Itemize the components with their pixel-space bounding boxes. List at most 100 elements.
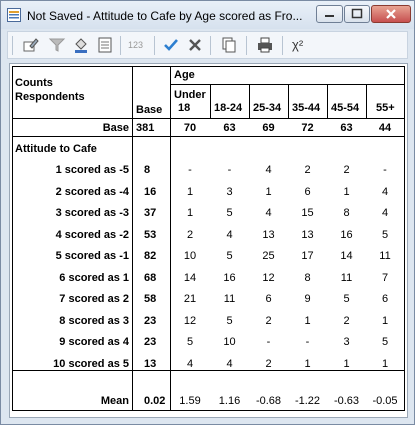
age-col-header: 18-24 <box>214 102 243 114</box>
grid-line <box>132 66 133 411</box>
toolbar-grip <box>12 36 13 55</box>
cell-value: - <box>305 336 310 348</box>
cell-value: 3 <box>343 336 350 348</box>
cell-value: 6 <box>265 293 272 305</box>
cell-value: 4 <box>226 228 233 241</box>
age-group-header: Age <box>174 69 195 81</box>
cell-value: - <box>266 336 271 348</box>
copy-icon[interactable] <box>220 36 238 54</box>
grid-line <box>170 84 404 85</box>
edit-table-icon[interactable] <box>22 36 40 54</box>
row-total: 37 <box>144 207 157 219</box>
decimal-places-icon[interactable]: 123 <box>128 39 143 52</box>
cell-value: 16 <box>340 228 353 241</box>
minimize-icon <box>325 15 334 17</box>
minimize-button[interactable] <box>316 5 343 23</box>
cell-value: 13 <box>301 228 314 241</box>
row-label: 2 scored as -4 <box>55 185 129 198</box>
cell-value: 11 <box>223 293 236 305</box>
cell-value: 5 <box>343 293 350 305</box>
cell-value: 12 <box>262 271 275 284</box>
cell-value: 6 <box>304 185 311 198</box>
grid-line <box>12 136 404 137</box>
cell-value: 5 <box>226 250 233 262</box>
row-total: 68 <box>144 271 157 284</box>
close-button[interactable] <box>371 5 411 23</box>
cell-value: 5 <box>226 207 233 219</box>
crosstab-table: Counts Respondents Base Age Under 18 18-… <box>9 63 408 418</box>
row-label: 1 scored as -5 <box>55 164 129 176</box>
toolbar: 123 χ² <box>7 31 408 59</box>
corner-label-counts: Counts <box>15 77 53 89</box>
chi-square-icon[interactable]: χ² <box>292 38 303 51</box>
cell-value: 1 <box>343 357 350 370</box>
grid-line <box>249 84 250 118</box>
row-total: 23 <box>144 336 157 348</box>
age-col-header: 45-54 <box>331 102 360 114</box>
row-label: 10 scored as 5 <box>53 357 129 370</box>
grid-line <box>210 84 211 118</box>
app-icon <box>7 8 21 22</box>
mean-value: -0.05 <box>372 395 398 407</box>
base-row-label: Base <box>102 122 129 134</box>
close-icon <box>386 9 396 19</box>
cell-value: - <box>383 164 387 176</box>
cell-value: - <box>227 164 232 176</box>
mean-total: 0.02 <box>144 395 166 407</box>
print-icon[interactable] <box>256 36 274 54</box>
cell-value: 1 <box>186 207 194 219</box>
cell-value: 4 <box>265 164 272 176</box>
title-bar[interactable]: Not Saved - Attitude to Cafe by Age scor… <box>1 1 414 29</box>
age-col-header: 35-44 <box>292 102 321 114</box>
row-total: 16 <box>144 185 157 198</box>
mean-value: 1.16 <box>218 395 241 407</box>
cell-value: 5 <box>381 336 389 348</box>
base-value: 70 <box>183 122 197 134</box>
grid-line <box>366 84 367 118</box>
cell-value: 15 <box>301 207 314 219</box>
cell-value: 2 <box>265 357 272 370</box>
fill-color-icon[interactable] <box>72 36 90 54</box>
filter-icon[interactable] <box>48 36 66 54</box>
cancel-icon[interactable] <box>186 36 204 54</box>
base-value: 63 <box>340 122 353 134</box>
cell-value: 7 <box>381 271 389 284</box>
toolbar-separator <box>210 36 211 55</box>
maximize-button[interactable] <box>344 5 370 23</box>
cell-value: 17 <box>301 250 314 262</box>
properties-icon[interactable] <box>96 36 114 54</box>
toolbar-separator <box>282 36 283 55</box>
grid-line <box>12 66 404 67</box>
base-value: 63 <box>223 122 236 134</box>
row-label: 4 scored as -2 <box>55 228 129 241</box>
age-col-header: 25-34 <box>253 102 282 114</box>
cell-value: 1 <box>381 314 389 327</box>
toolbar-separator <box>246 36 247 55</box>
window-title: Not Saved - Attitude to Cafe by Age scor… <box>27 9 303 23</box>
base-value: 72 <box>301 122 314 134</box>
cell-value: 2 <box>304 164 311 176</box>
base-column-header: Base <box>136 104 163 116</box>
cell-value: 12 <box>183 314 197 327</box>
cell-value: 5 <box>381 228 389 241</box>
age-col-header: Under <box>174 89 206 101</box>
corner-label-respondents: Respondents <box>15 91 85 103</box>
row-label: 3 scored as -3 <box>55 207 129 219</box>
cell-value: 2 <box>343 314 350 327</box>
mean-value: -0.68 <box>255 395 282 407</box>
grid-line <box>288 84 289 118</box>
cell-value: 5 <box>186 336 194 348</box>
mean-value: 1.59 <box>179 395 201 407</box>
cell-value: 10 <box>223 336 236 348</box>
row-label: 8 scored as 3 <box>59 314 129 327</box>
age-col-header: 18 <box>178 102 191 114</box>
cell-value: 16 <box>223 271 236 284</box>
row-label: 7 scored as 2 <box>59 293 129 305</box>
row-label: 9 scored as 4 <box>59 336 129 348</box>
cell-value: 10 <box>183 250 197 262</box>
cell-value: 21 <box>183 293 197 305</box>
cell-value: 1 <box>304 314 311 327</box>
checkmark-icon[interactable] <box>162 36 180 54</box>
base-total: 381 <box>136 122 155 134</box>
toolbar-separator <box>154 36 155 55</box>
